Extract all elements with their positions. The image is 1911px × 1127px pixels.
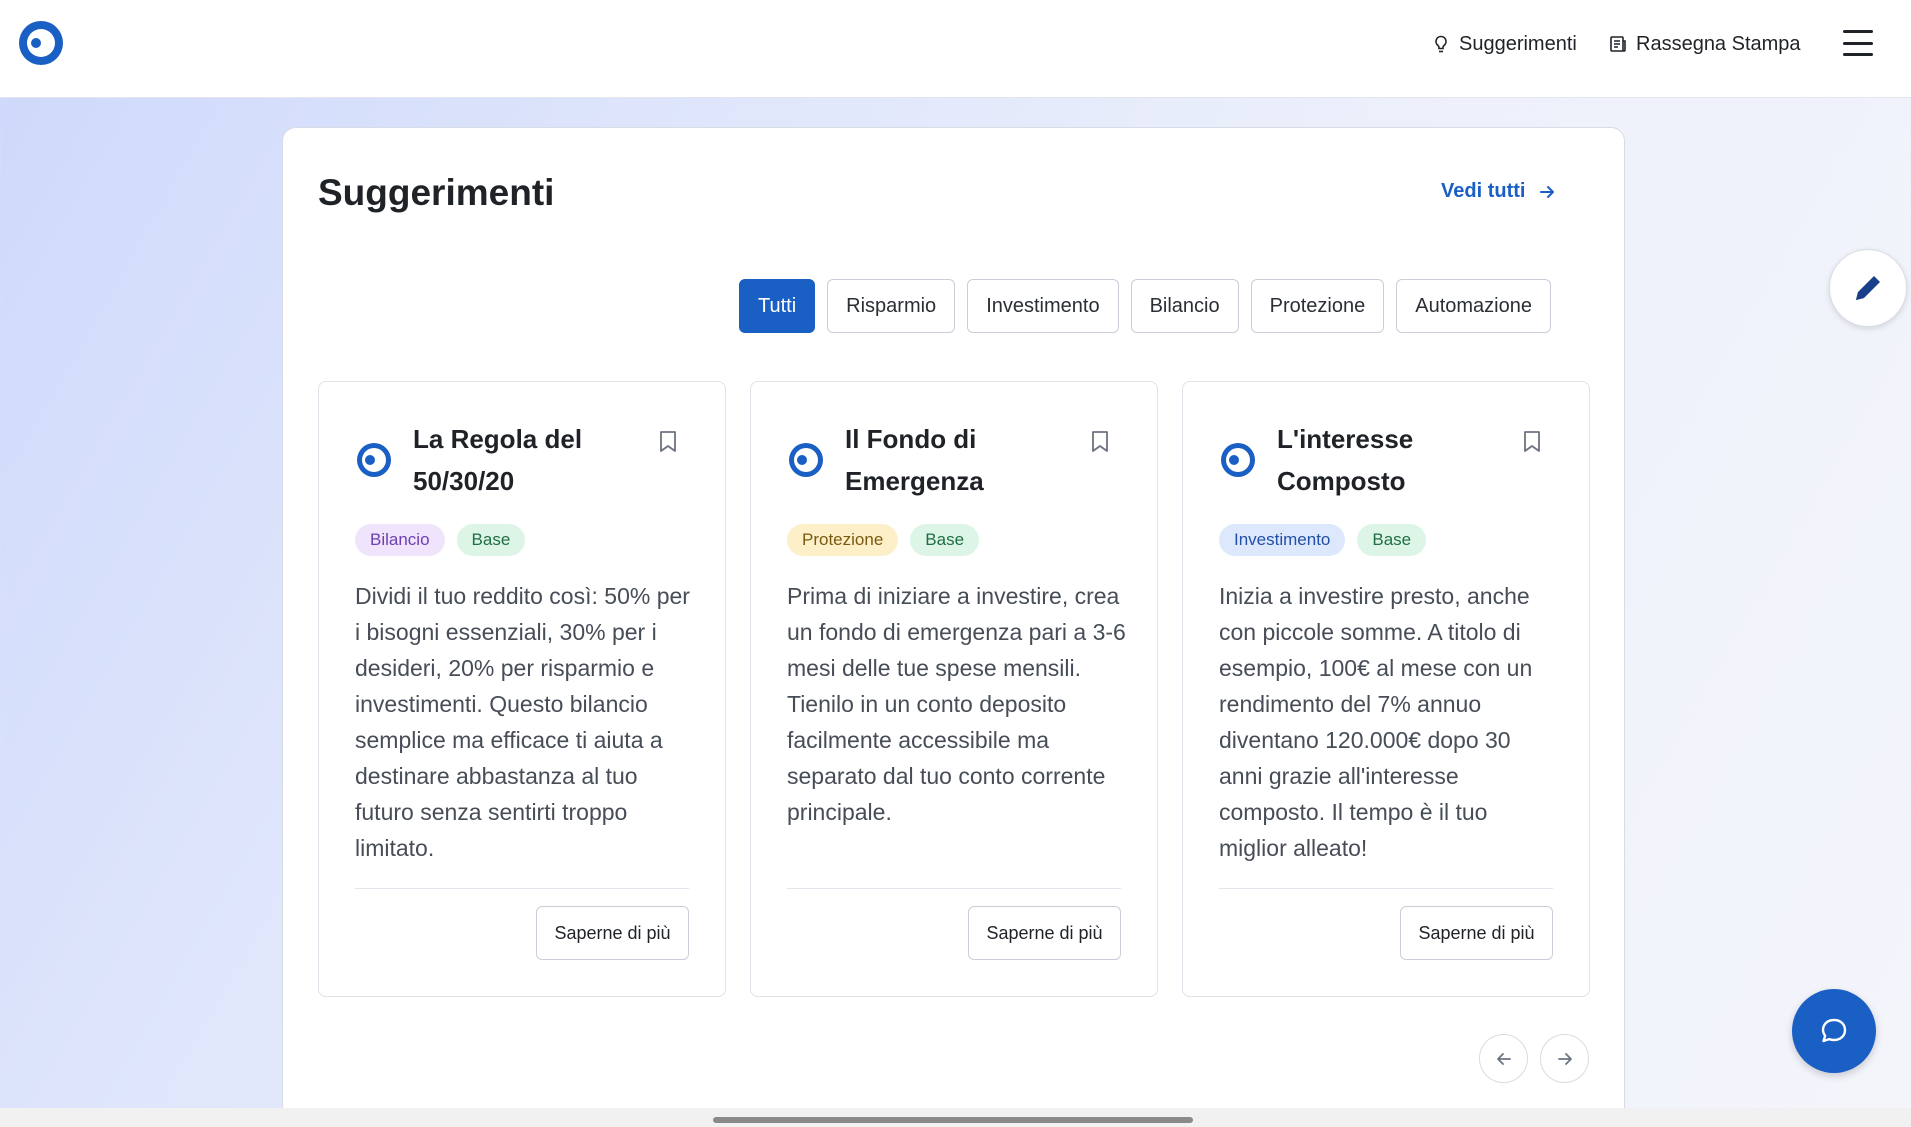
bookmark-icon[interactable]: [1089, 429, 1111, 455]
tip-card: L'interesse Composto Investimento Base I…: [1182, 381, 1590, 997]
tip-title: Il Fondo di Emergenza: [845, 424, 984, 496]
filter-tutti[interactable]: Tutti: [739, 279, 816, 333]
tip-description: Prima di iniziare a investire, crea un f…: [787, 583, 1126, 825]
top-navbar: Suggerimenti Rassegna Stampa: [0, 0, 1911, 98]
bookmark-icon[interactable]: [657, 429, 679, 455]
see-all-label: Vedi tutti: [1441, 180, 1526, 202]
filter-investimento[interactable]: Investimento: [967, 279, 1119, 333]
nav-suggerimenti[interactable]: Suggerimenti: [1431, 30, 1577, 58]
divider: [787, 888, 1121, 889]
next-button[interactable]: [1540, 1034, 1589, 1083]
see-all-link[interactable]: Vedi tutti: [1441, 180, 1557, 203]
tip-title: L'interesse Composto: [1277, 424, 1414, 496]
chat-button[interactable]: [1792, 989, 1876, 1073]
bookmark-icon[interactable]: [1521, 429, 1543, 455]
tip-tags: Protezione Base: [787, 524, 980, 556]
section-title: Suggerimenti: [318, 172, 555, 213]
nav-suggerimenti-label: Suggerimenti: [1459, 32, 1577, 55]
arrow-right-icon: [1540, 185, 1555, 198]
filter-protezione[interactable]: Protezione: [1250, 279, 1385, 333]
tip-card: La Regola del 50/30/20 Bilancio Base Div…: [318, 381, 726, 997]
tip-description: Dividi il tuo reddito così: 50% per i bi…: [355, 583, 690, 861]
edit-button[interactable]: [1829, 249, 1907, 327]
hamburger-icon[interactable]: [1843, 30, 1873, 56]
horizontal-scrollbar[interactable]: [0, 1108, 1911, 1127]
scrollbar-thumb[interactable]: [713, 1117, 1193, 1123]
divider: [355, 888, 689, 889]
nav-rassegna-stampa[interactable]: Rassegna Stampa: [1608, 30, 1801, 58]
chat-bubble-icon: [1821, 1018, 1847, 1043]
logo-icon[interactable]: [19, 21, 63, 65]
tip-tags: Investimento Base: [1219, 524, 1427, 556]
learn-more-button[interactable]: Saperne di più: [536, 906, 689, 960]
tip-icon: [1221, 443, 1255, 477]
tag-badge: Bilancio: [355, 524, 445, 556]
tip-tags: Bilancio Base: [355, 524, 526, 556]
filter-chips: Tutti Risparmio Investimento Bilancio Pr…: [739, 279, 1551, 333]
tip-title: La Regola del 50/30/20: [413, 424, 583, 496]
tag-badge: Protezione: [787, 524, 899, 556]
level-badge: Base: [910, 524, 980, 556]
arrow-left-icon: [1496, 1052, 1511, 1065]
tag-badge: Investimento: [1219, 524, 1346, 556]
learn-more-button[interactable]: Saperne di più: [968, 906, 1121, 960]
filter-risparmio[interactable]: Risparmio: [827, 279, 956, 333]
carousel-pager: [1479, 1034, 1589, 1083]
newspaper-icon: [1610, 36, 1626, 52]
level-badge: Base: [456, 524, 526, 556]
tip-card: Il Fondo di Emergenza Protezione Base Pr…: [750, 381, 1158, 997]
divider: [1219, 888, 1553, 889]
tips-carousel: La Regola del 50/30/20 Bilancio Base Div…: [318, 381, 1590, 997]
filter-bilancio[interactable]: Bilancio: [1130, 279, 1239, 333]
suggestions-panel: Suggerimenti Vedi tutti Tutti Risparmio …: [282, 127, 1625, 1127]
level-badge: Base: [1357, 524, 1427, 556]
lightbulb-icon: [1435, 35, 1447, 53]
tip-description: Inizia a investire presto, anche con pic…: [1219, 583, 1533, 861]
prev-button[interactable]: [1479, 1034, 1528, 1083]
learn-more-button[interactable]: Saperne di più: [1400, 906, 1553, 960]
filter-automazione[interactable]: Automazione: [1396, 279, 1551, 333]
tip-icon: [789, 443, 823, 477]
arrow-right-icon: [1557, 1052, 1572, 1065]
tip-icon: [357, 443, 391, 477]
pencil-icon: [1856, 276, 1880, 300]
nav-rassegna-stampa-label: Rassegna Stampa: [1636, 32, 1801, 55]
